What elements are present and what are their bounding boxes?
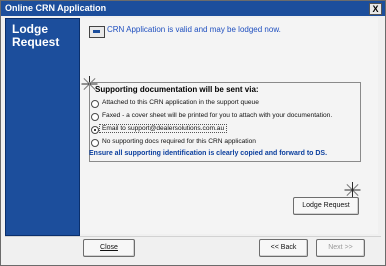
option-label: Attached to this CRN application in the … xyxy=(102,99,259,106)
option-no-supporting-docs[interactable]: No supporting docs required for this CRN… xyxy=(91,137,361,149)
option-label: Faxed - a cover sheet will be printed fo… xyxy=(102,112,333,119)
main-pane: CRN Application is valid and may be lodg… xyxy=(80,18,378,234)
sidebar-heading-line2: Request xyxy=(12,35,60,49)
window-title: Online CRN Application xyxy=(5,3,107,13)
lodge-request-button[interactable]: Lodge Request xyxy=(293,197,359,215)
option-email-support[interactable]: Email to support@dealersolutions.com.au xyxy=(91,124,361,136)
option-label: No supporting docs required for this CRN… xyxy=(102,138,256,145)
option-faxed-cover-sheet[interactable]: Faxed - a cover sheet will be printed fo… xyxy=(91,111,361,123)
option-attached-support-queue[interactable]: Attached to this CRN application in the … xyxy=(91,98,361,110)
close-button-label: Close xyxy=(100,244,118,251)
radio-no-supporting-docs[interactable] xyxy=(91,139,99,147)
radio-email-support[interactable] xyxy=(91,126,99,134)
supporting-docs-title: Supporting documentation will be sent vi… xyxy=(95,85,259,94)
radio-attached-support-queue[interactable] xyxy=(91,100,99,108)
divider xyxy=(5,236,381,237)
identification-note: Ensure all supporting identification is … xyxy=(89,150,328,157)
crn-application-window: Online CRN Application X Lodge Request C… xyxy=(0,0,386,266)
sidebar-panel: Lodge Request xyxy=(5,18,80,236)
window-close-button[interactable]: X xyxy=(369,3,382,15)
radio-faxed-cover-sheet[interactable] xyxy=(91,113,99,121)
next-button[interactable]: Next >> xyxy=(316,239,365,257)
sidebar-heading: Lodge Request xyxy=(12,23,59,49)
status-message: CRN Application is valid and may be lodg… xyxy=(107,25,281,34)
status-icon xyxy=(89,26,105,38)
back-button[interactable]: << Back xyxy=(259,239,308,257)
option-label: Email to support@dealersolutions.com.au xyxy=(98,124,228,133)
title-bar: Online CRN Application X xyxy=(1,1,385,16)
close-button[interactable]: Close xyxy=(83,239,135,257)
sparkle-icon xyxy=(344,182,361,198)
